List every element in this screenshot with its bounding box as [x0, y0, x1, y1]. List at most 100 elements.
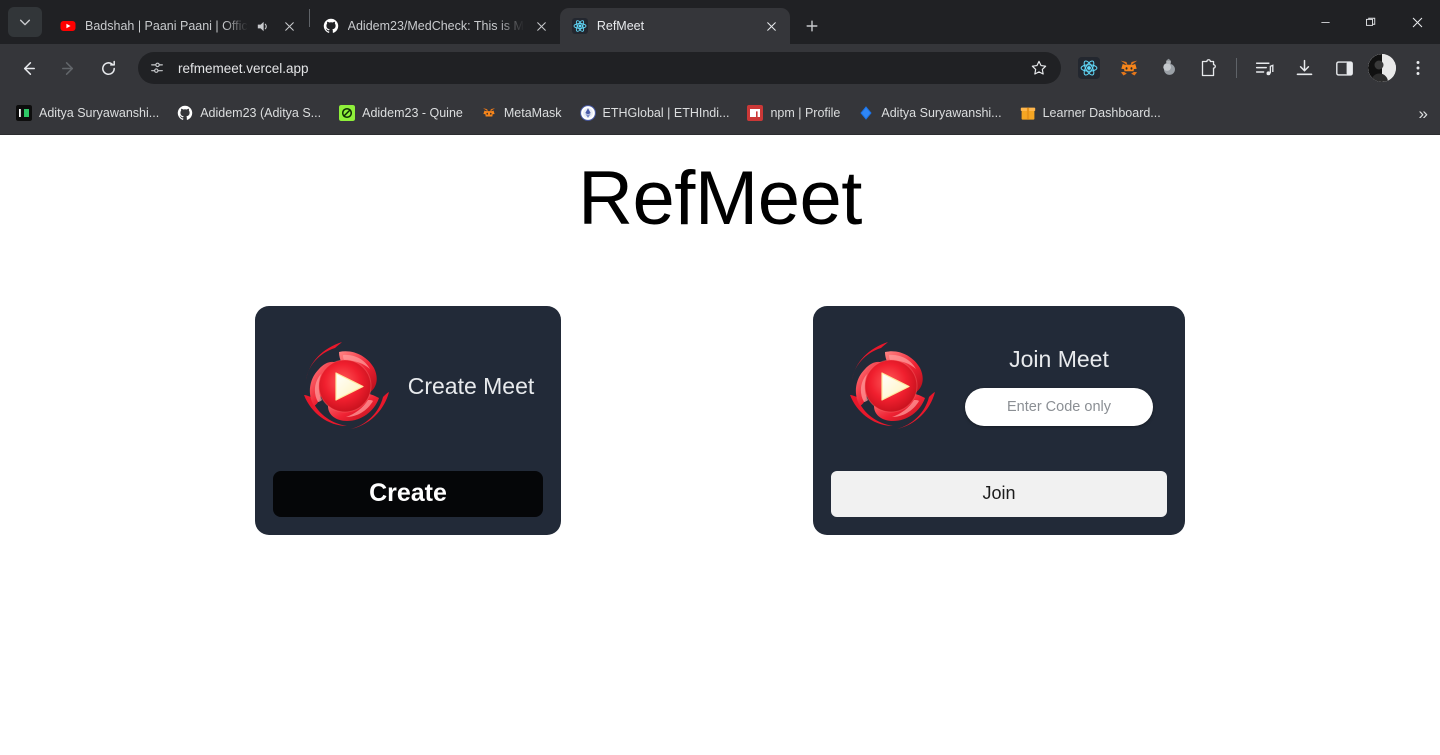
create-card-top: Create Meet [273, 324, 543, 449]
join-button[interactable]: Join [831, 470, 1167, 517]
grammar-extension-icon [1163, 58, 1175, 75]
browser-toolbar: refmemeet.vercel.app [0, 44, 1440, 92]
join-card-heading-wrap: Join Meet [941, 346, 1167, 427]
create-meet-card: Create Meet Create [255, 305, 561, 535]
downloads-icon [1296, 59, 1312, 75]
three-dot-menu-icon [1416, 61, 1420, 75]
bookmark-label: Adidem23 (Aditya S... [200, 106, 322, 120]
bookmark-label: Adidem23 - Quine [362, 106, 463, 120]
tab-search-button[interactable] [8, 7, 42, 37]
bookmark-item[interactable]: Adidem23 (Aditya S... [169, 101, 329, 125]
bookmark-label: Learner Dashboard... [1042, 106, 1161, 120]
address-bar[interactable]: refmemeet.vercel.app [138, 52, 1061, 84]
github-icon [177, 105, 193, 121]
create-meet-heading: Create Meet [407, 372, 535, 399]
close-button[interactable] [1394, 0, 1440, 44]
meet-code-input[interactable] [965, 388, 1153, 427]
tab-strip: Badshah | Paani Paani | Offic Adidem23/M… [0, 0, 1440, 44]
tab-separator [308, 8, 310, 27]
reload-button[interactable] [92, 52, 124, 84]
bookmark-label: ETHGlobal | ETHIndi... [602, 106, 730, 120]
refmeet-logo-icon [841, 336, 941, 436]
side-panel-button[interactable] [1330, 54, 1358, 82]
create-button[interactable]: Create [273, 470, 543, 517]
restore-icon [1366, 17, 1376, 26]
page-content: RefMeet Create Meet Create Join Meet Ent… [0, 135, 1440, 755]
diamond-blue-icon [858, 105, 874, 121]
back-arrow-icon [23, 61, 35, 75]
maximize-button[interactable] [1348, 0, 1394, 44]
back-button[interactable] [12, 52, 44, 84]
tab-audio-icon[interactable] [254, 17, 272, 35]
forward-button[interactable] [52, 52, 84, 84]
reading-list-icon [1255, 62, 1273, 75]
bookmark-item[interactable]: Learner Dashboard... [1012, 101, 1169, 125]
bookmark-item[interactable]: npm | Profile [739, 101, 848, 125]
page-settings-icon[interactable] [144, 55, 170, 81]
bookmark-item[interactable]: MetaMask [473, 101, 570, 125]
extension-grammar[interactable] [1155, 54, 1183, 82]
toolbar-separator [1236, 58, 1237, 78]
tab-title: RefMeet [596, 19, 645, 33]
minimize-button[interactable] [1302, 0, 1348, 44]
bookmark-label: Aditya Suryawanshi... [39, 106, 160, 120]
github-icon [323, 18, 339, 34]
bookmarks-overflow-button[interactable]: » [1419, 105, 1428, 122]
bookmark-label: MetaMask [503, 106, 562, 120]
tab-close-button[interactable] [532, 16, 552, 36]
avatar-icon [1368, 54, 1396, 82]
extensions-puzzle-button[interactable] [1195, 54, 1223, 82]
chevron-down-icon [19, 19, 31, 26]
cards-row: Create Meet Create Join Meet Enter Code … [0, 305, 1440, 535]
bookmarks-bar: Aditya Suryawanshi... Adidem23 (Aditya S… [0, 92, 1440, 135]
reading-list-button[interactable] [1250, 54, 1278, 82]
tab-close-button[interactable] [280, 16, 300, 36]
reload-icon [101, 60, 115, 75]
join-meet-heading: Join Meet [1009, 346, 1109, 373]
tab-refmeet[interactable]: RefMeet [559, 8, 790, 44]
refmeet-logo-icon [295, 336, 395, 436]
npm-icon [747, 105, 764, 121]
extension-react-devtools[interactable] [1075, 54, 1103, 82]
side-panel-icon [1335, 60, 1353, 76]
react-icon [571, 18, 588, 34]
quine-icon [339, 105, 356, 121]
tab-title: Adidem23/MedCheck: This is M [347, 19, 524, 33]
bookmark-label: Aditya Suryawanshi... [881, 106, 1002, 120]
star-icon [1031, 60, 1047, 75]
plus-icon [806, 20, 818, 32]
minimize-icon [1320, 21, 1330, 23]
metamask-icon [1120, 60, 1138, 76]
bookmark-item[interactable]: Adidem23 - Quine [331, 101, 471, 125]
extensions-puzzle-icon [1201, 58, 1216, 76]
url-text[interactable]: refmemeet.vercel.app [178, 61, 1025, 76]
downloads-button[interactable] [1290, 54, 1318, 82]
browser-window: Badshah | Paani Paani | Offic Adidem23/M… [0, 0, 1440, 755]
join-meet-card: Join Meet Join [813, 305, 1185, 535]
react-devtools-icon [1078, 57, 1100, 79]
tab-youtube[interactable]: Badshah | Paani Paani | Offic [48, 8, 308, 44]
bookmark-item[interactable]: Aditya Suryawanshi... [850, 101, 1009, 125]
new-tab-button[interactable] [798, 12, 826, 40]
extension-metamask[interactable] [1115, 54, 1143, 82]
forward-arrow-icon [61, 61, 73, 75]
ethglobal-icon [579, 105, 596, 121]
youtube-icon [60, 18, 76, 34]
metamask-icon [481, 105, 497, 121]
box-orange-icon [1020, 105, 1036, 121]
bookmark-item[interactable]: ETHGlobal | ETHIndi... [572, 101, 738, 125]
bookmark-star-button[interactable] [1025, 54, 1053, 82]
bookmark-label: npm | Profile [770, 106, 841, 120]
join-card-top: Join Meet [831, 324, 1167, 449]
window-controls [1302, 0, 1440, 44]
create-card-heading-wrap: Create Meet [395, 373, 543, 400]
bookmark-item[interactable]: Aditya Suryawanshi... [8, 101, 167, 125]
page-title: RefMeet [578, 156, 862, 241]
tab-title: Badshah | Paani Paani | Offic [85, 19, 248, 33]
tab-github[interactable]: Adidem23/MedCheck: This is M [311, 8, 560, 44]
close-icon [1412, 17, 1422, 27]
hackerrank-icon [16, 105, 32, 121]
profile-avatar[interactable] [1368, 54, 1396, 82]
three-dot-menu-button[interactable] [1404, 53, 1432, 83]
tab-close-button[interactable] [762, 16, 782, 36]
